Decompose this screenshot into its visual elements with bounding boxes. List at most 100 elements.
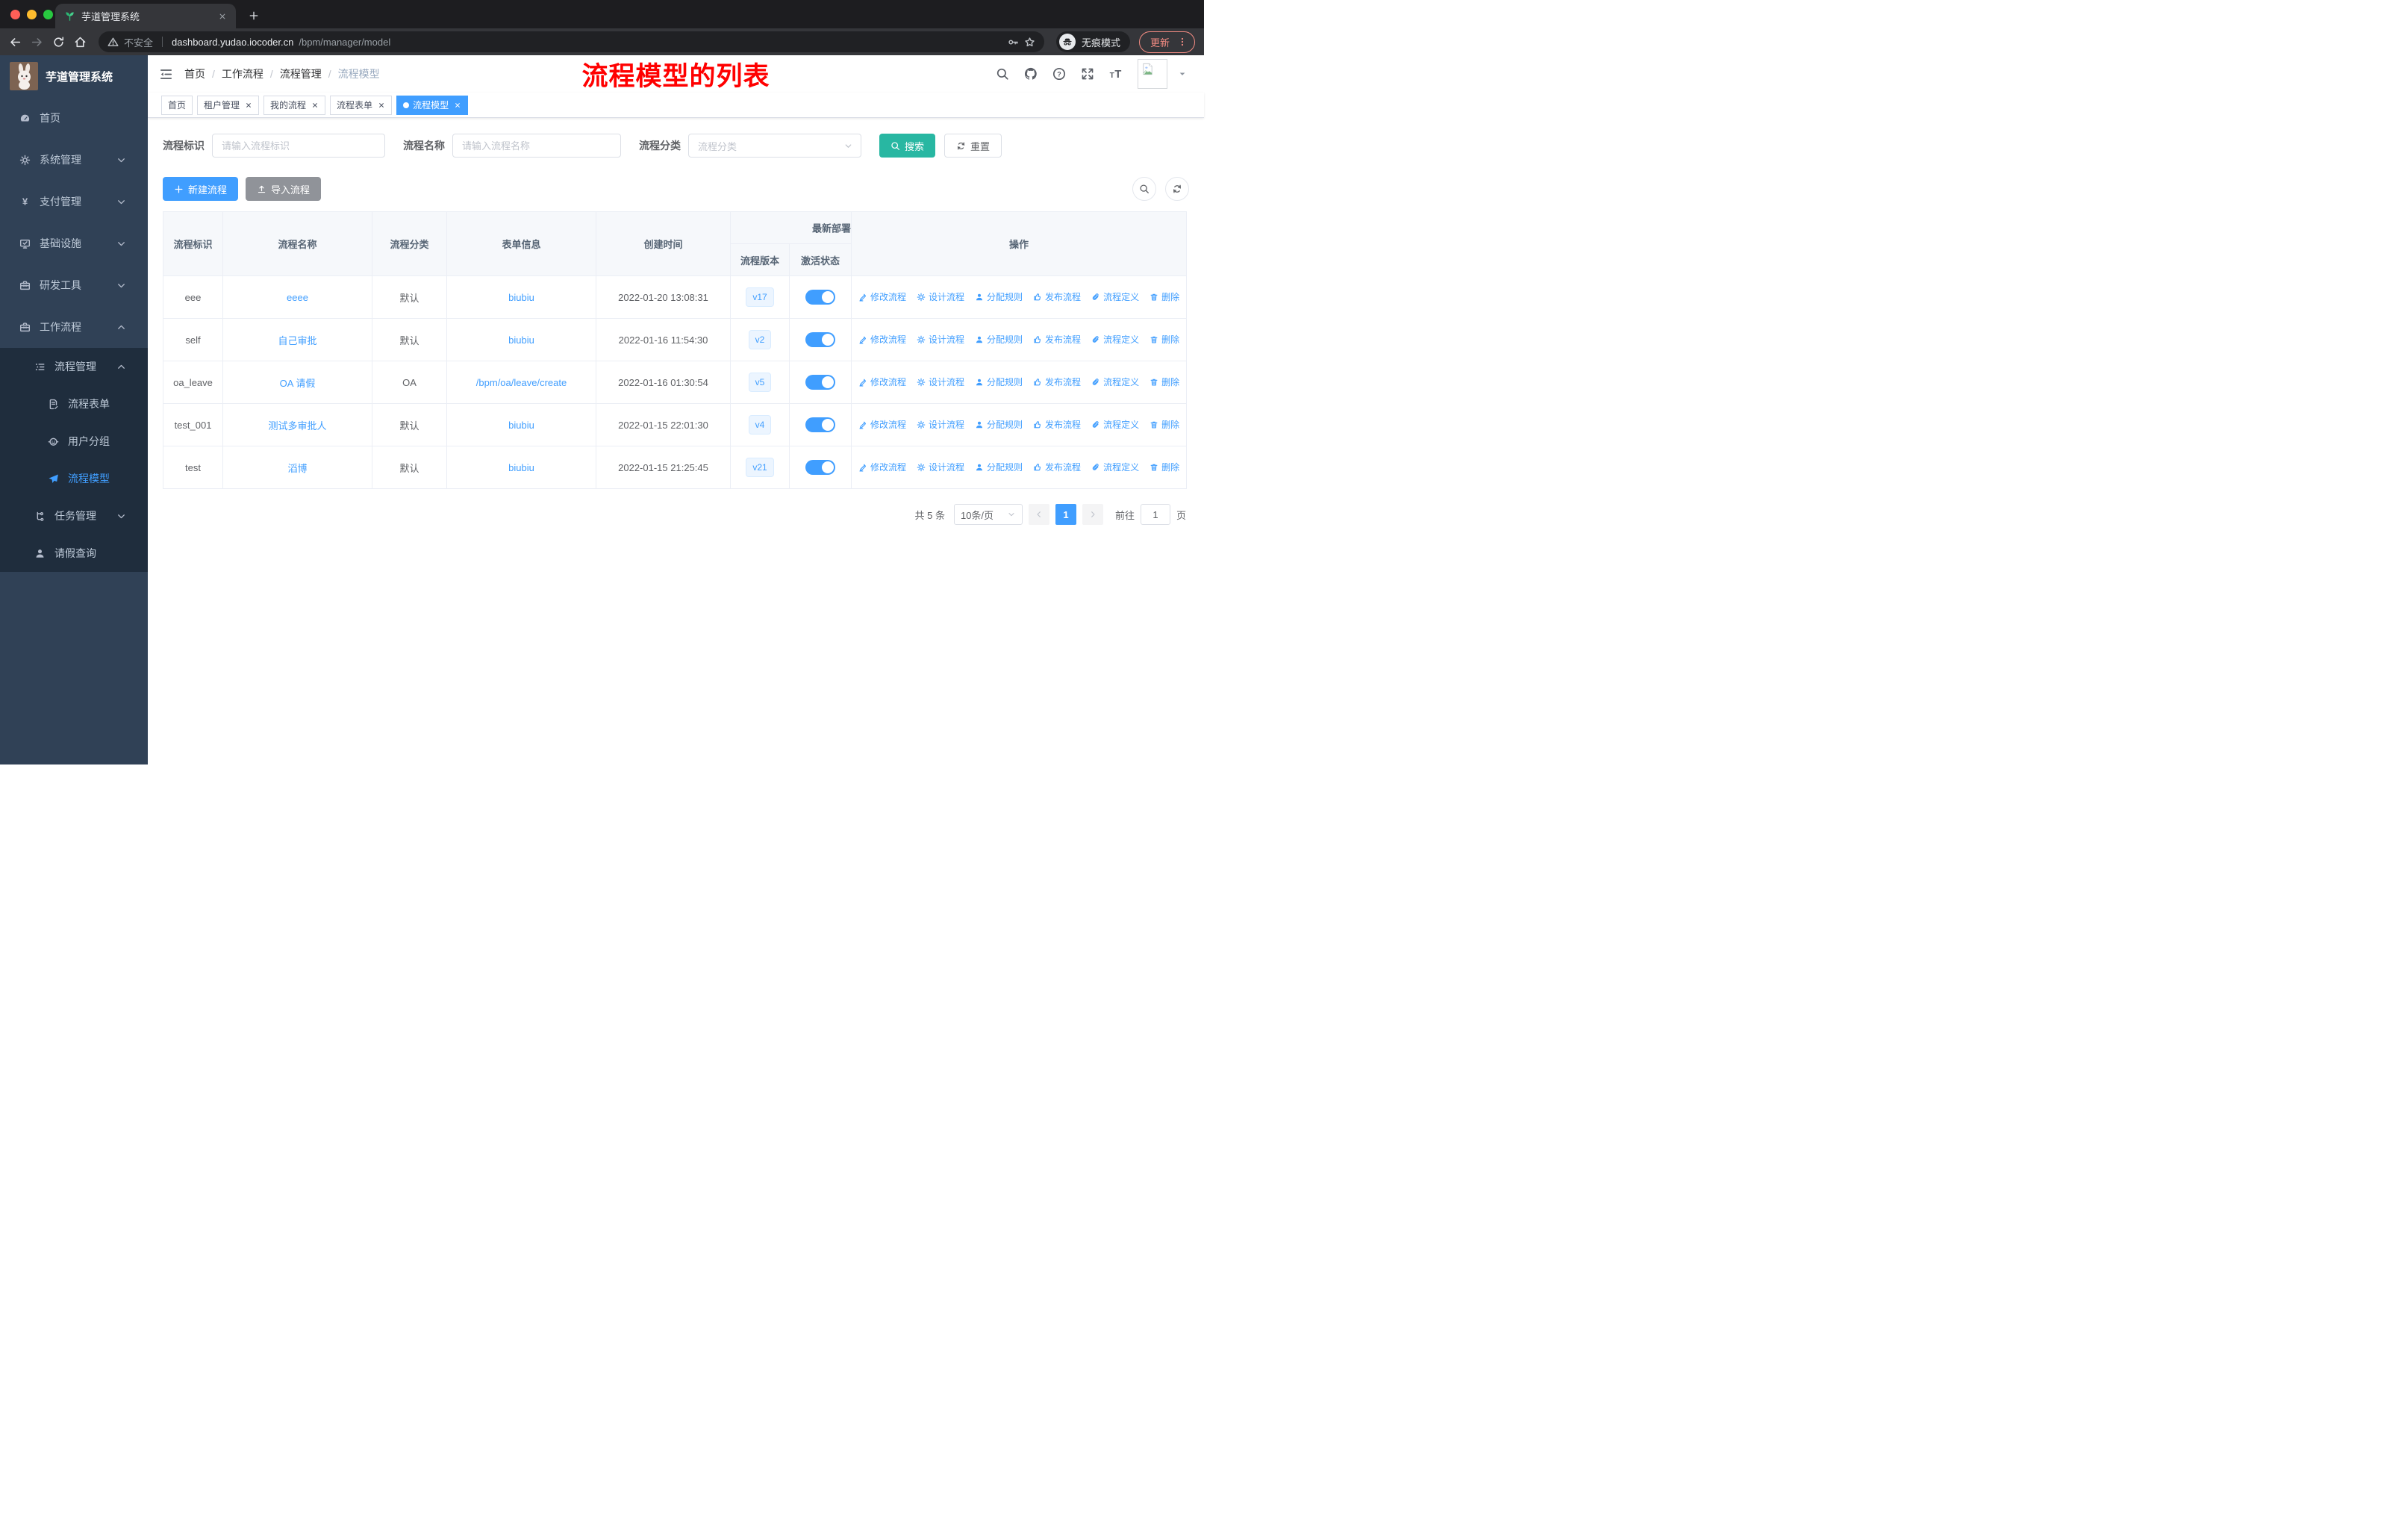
- form-info-link[interactable]: biubiu: [508, 420, 534, 431]
- category-select[interactable]: 流程分类: [688, 134, 861, 158]
- goto-page-input[interactable]: [1140, 504, 1170, 525]
- design-process-link[interactable]: 设计流程: [917, 461, 964, 473]
- form-info-link[interactable]: biubiu: [508, 462, 534, 473]
- process-name-link[interactable]: OA 请假: [280, 378, 316, 389]
- version-badge[interactable]: v21: [746, 458, 774, 477]
- publish-process-link[interactable]: 发布流程: [1033, 333, 1081, 346]
- publish-process-link[interactable]: 发布流程: [1033, 376, 1081, 388]
- update-button[interactable]: 更新: [1138, 31, 1195, 53]
- form-info-link[interactable]: biubiu: [508, 334, 534, 346]
- avatar[interactable]: [1138, 59, 1167, 89]
- version-badge[interactable]: v17: [746, 287, 774, 307]
- version-badge[interactable]: v4: [748, 415, 772, 435]
- publish-process-link[interactable]: 发布流程: [1033, 418, 1081, 431]
- kebab-menu-icon[interactable]: [1177, 37, 1188, 47]
- assign-rule-link[interactable]: 分配规则: [975, 418, 1023, 431]
- column-header[interactable]: 流程名称: [222, 211, 372, 276]
- caret-down-icon[interactable]: [1178, 69, 1187, 78]
- delete-link[interactable]: 删除: [1150, 461, 1179, 473]
- tag-item-0[interactable]: 首页: [161, 95, 193, 115]
- process-definition-link[interactable]: 流程定义: [1091, 461, 1139, 473]
- breadcrumb-item[interactable]: 首页: [184, 66, 205, 81]
- page-size-select[interactable]: 10条/页: [953, 504, 1023, 525]
- refresh-table-button[interactable]: [1165, 177, 1189, 201]
- process-name-link[interactable]: eeee: [287, 292, 308, 303]
- reset-button[interactable]: 重置: [944, 134, 1002, 158]
- publish-process-link[interactable]: 发布流程: [1033, 290, 1081, 303]
- delete-link[interactable]: 删除: [1150, 333, 1179, 346]
- help-button[interactable]: ?: [1052, 67, 1066, 81]
- active-toggle[interactable]: [805, 417, 835, 432]
- design-process-link[interactable]: 设计流程: [917, 290, 964, 303]
- modify-process-link[interactable]: 修改流程: [858, 333, 906, 346]
- process-definition-link[interactable]: 流程定义: [1091, 290, 1139, 303]
- sidebar-item-payment-manage[interactable]: ¥ 支付管理: [0, 181, 148, 222]
- next-page-button[interactable]: [1082, 504, 1103, 525]
- publish-process-link[interactable]: 发布流程: [1033, 461, 1081, 473]
- tag-item-3[interactable]: 流程表单: [330, 95, 393, 115]
- assign-rule-link[interactable]: 分配规则: [975, 376, 1023, 388]
- process-definition-link[interactable]: 流程定义: [1091, 333, 1139, 346]
- page-number-button[interactable]: 1: [1055, 504, 1076, 525]
- close-window-button[interactable]: [10, 10, 20, 19]
- process-name-link[interactable]: 滔博: [287, 463, 307, 474]
- assign-rule-link[interactable]: 分配规则: [975, 290, 1023, 303]
- sidebar-item-process-model[interactable]: 流程模型: [0, 460, 148, 497]
- back-button[interactable]: [9, 36, 22, 49]
- sidebar-item-user-group[interactable]: 用户分组: [0, 423, 148, 460]
- fullscreen-button[interactable]: [1081, 67, 1094, 81]
- active-toggle[interactable]: [805, 375, 835, 390]
- prev-page-button[interactable]: [1028, 504, 1049, 525]
- process-key-input[interactable]: [212, 134, 385, 158]
- delete-link[interactable]: 删除: [1150, 376, 1179, 388]
- font-size-button[interactable]: TT: [1109, 67, 1123, 81]
- design-process-link[interactable]: 设计流程: [917, 376, 964, 388]
- modify-process-link[interactable]: 修改流程: [858, 376, 906, 388]
- breadcrumb-item[interactable]: 流程管理: [280, 66, 322, 81]
- process-definition-link[interactable]: 流程定义: [1091, 418, 1139, 431]
- modify-process-link[interactable]: 修改流程: [858, 418, 906, 431]
- form-info-link[interactable]: /bpm/oa/leave/create: [476, 377, 567, 388]
- breadcrumb-item[interactable]: 工作流程: [222, 66, 263, 81]
- column-header[interactable]: 创建时间: [596, 211, 731, 276]
- sidebar-item-process-form[interactable]: 流程表单: [0, 385, 148, 423]
- search-button[interactable]: 搜索: [879, 134, 936, 158]
- sidebar-item-home[interactable]: 首页: [0, 97, 148, 139]
- delete-link[interactable]: 删除: [1150, 418, 1179, 431]
- design-process-link[interactable]: 设计流程: [917, 333, 964, 346]
- process-name-input[interactable]: [452, 134, 621, 158]
- process-name-link[interactable]: 自己审批: [278, 335, 316, 346]
- assign-rule-link[interactable]: 分配规则: [975, 461, 1023, 473]
- active-toggle[interactable]: [805, 290, 835, 305]
- active-toggle[interactable]: [805, 332, 835, 347]
- sub-column-header[interactable]: 激活状态: [789, 243, 852, 276]
- delete-link[interactable]: 删除: [1150, 290, 1179, 303]
- tag-item-1[interactable]: 租户管理: [197, 95, 260, 115]
- sidebar-item-dev-tools[interactable]: 研发工具: [0, 264, 148, 306]
- process-definition-link[interactable]: 流程定义: [1091, 376, 1139, 388]
- home-button[interactable]: [74, 36, 87, 49]
- form-info-link[interactable]: biubiu: [508, 292, 534, 303]
- toggle-search-button[interactable]: [1132, 177, 1156, 201]
- key-icon[interactable]: [1008, 37, 1019, 48]
- minimize-window-button[interactable]: [27, 10, 37, 19]
- column-header[interactable]: 流程标识: [163, 211, 223, 276]
- github-button[interactable]: [1024, 67, 1038, 81]
- sub-column-header[interactable]: 流程版本: [730, 243, 790, 276]
- bookmark-star-icon[interactable]: [1024, 37, 1035, 48]
- tag-close-icon[interactable]: [311, 102, 319, 109]
- search-button[interactable]: [996, 67, 1009, 81]
- tag-close-icon[interactable]: [245, 102, 252, 109]
- tag-item-4[interactable]: 流程模型: [396, 95, 469, 115]
- create-process-button[interactable]: 新建流程: [163, 177, 239, 201]
- sidebar-item-leave-query[interactable]: 请假查询: [0, 535, 148, 572]
- forward-button[interactable]: [31, 36, 43, 49]
- process-name-link[interactable]: 测试多审批人: [268, 420, 326, 432]
- sidebar-item-task-manage[interactable]: 任务管理: [0, 497, 148, 535]
- tag-item-2[interactable]: 我的流程: [263, 95, 326, 115]
- modify-process-link[interactable]: 修改流程: [858, 461, 906, 473]
- modify-process-link[interactable]: 修改流程: [858, 290, 906, 303]
- active-toggle[interactable]: [805, 460, 835, 475]
- tag-close-icon[interactable]: [454, 102, 461, 109]
- design-process-link[interactable]: 设计流程: [917, 418, 964, 431]
